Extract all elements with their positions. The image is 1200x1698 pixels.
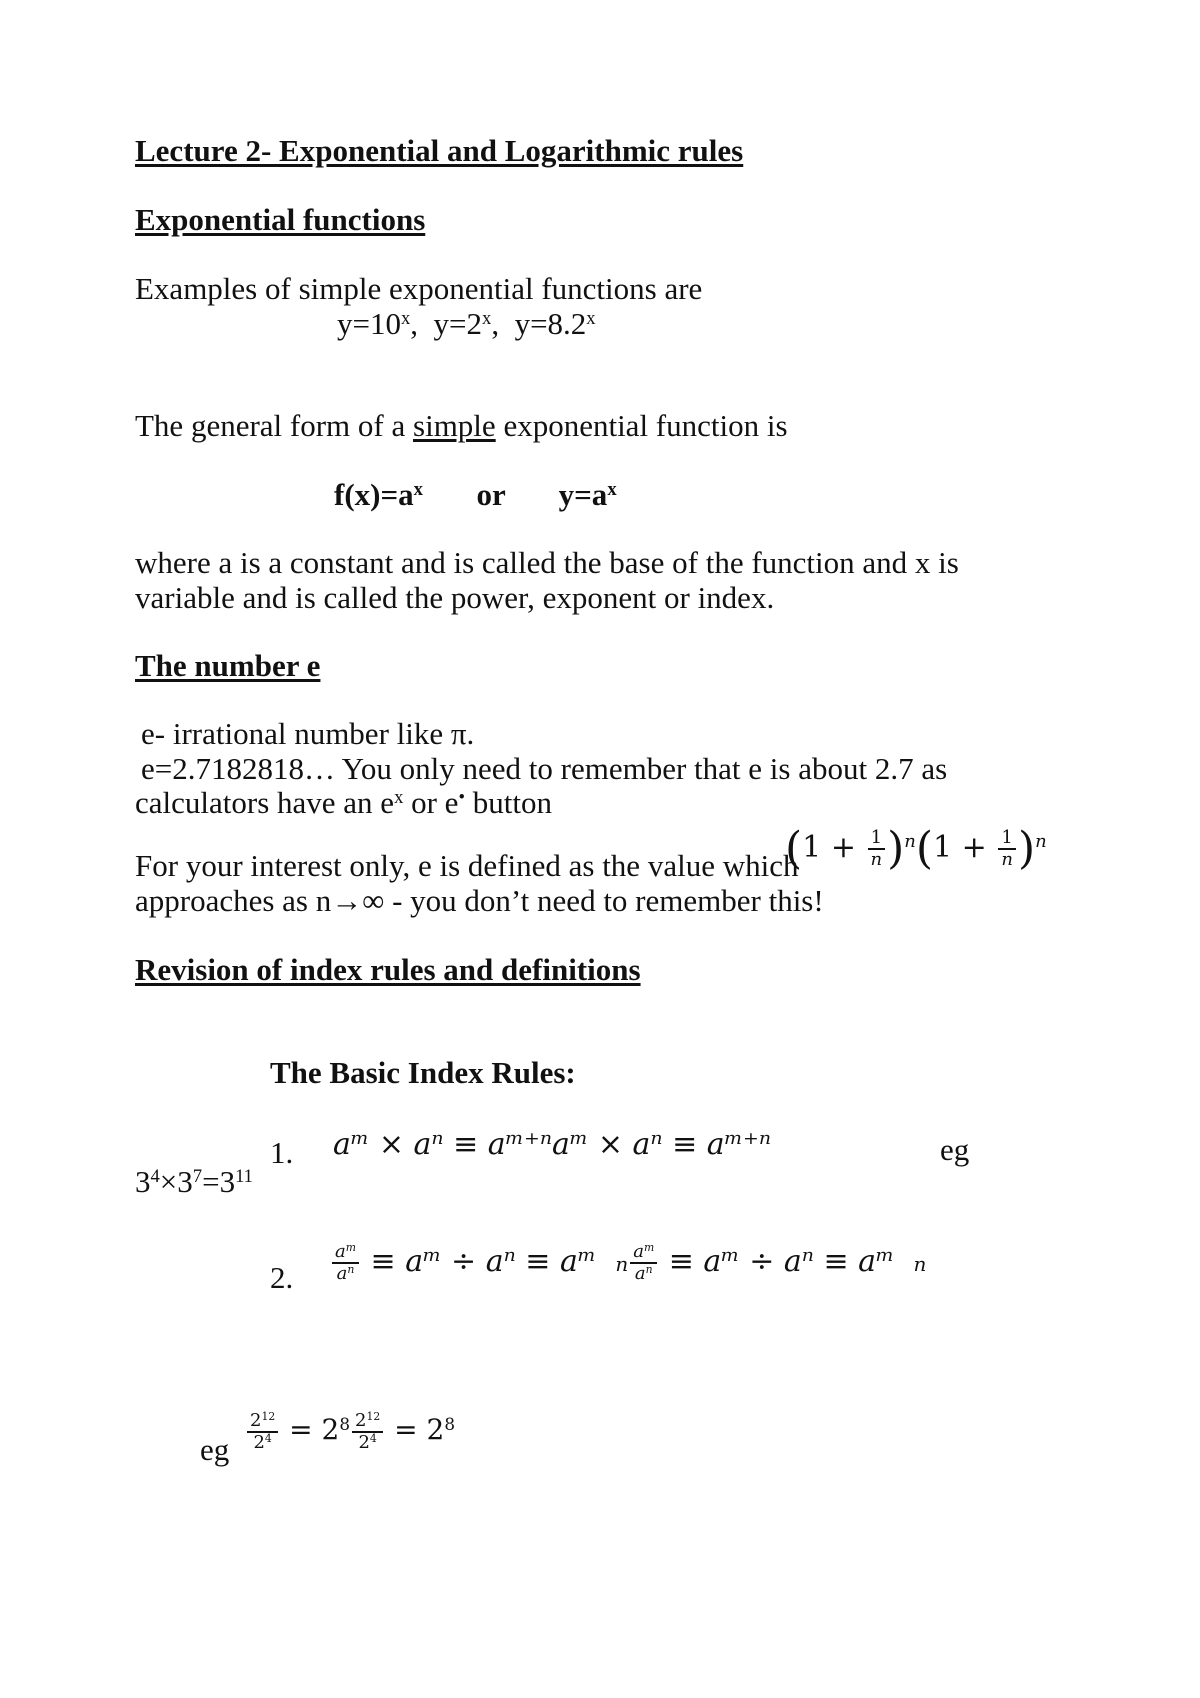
rule-1-expression: aᵐ × aⁿ ≡ aᵐ⁺ⁿaᵐ × aⁿ ≡ aᵐ⁺ⁿ: [333, 1127, 772, 1162]
example-3: y=8.2x: [514, 306, 596, 341]
where-line-2: variable and is called the power, expone…: [135, 580, 775, 615]
rule-2-eg-label: eg: [200, 1432, 230, 1467]
examples-list: y=10x, y=2x, y=8.2x: [337, 306, 596, 342]
simple-emphasis: simple: [413, 408, 496, 443]
limit-term-2: (1 + 1 n)n: [915, 823, 1047, 874]
section-heading-number-e: The number e: [135, 648, 321, 683]
calculator-line: calculators have an ex or e• button: [135, 785, 552, 820]
rule-2-example: 212 24 = 28 212 24 = 28: [245, 1400, 455, 1460]
section-heading-exponential: Exponential functions: [135, 202, 426, 237]
where-line-1: where a is a constant and is called the …: [135, 545, 959, 580]
section-heading-revision: Revision of index rules and definitions: [135, 952, 641, 987]
basic-index-rules-heading: The Basic Index Rules:: [270, 1055, 576, 1090]
document-title: Lecture 2- Exponential and Logarithmic r…: [135, 133, 744, 168]
e-limit-formula: (1 + 1 n)n(1 + 1 n)n: [785, 818, 1047, 879]
rule-1-number: 1.: [270, 1135, 294, 1170]
example-1: y=10x,: [337, 306, 419, 341]
formula-y: y=ax: [558, 477, 617, 512]
rule-1-eg-label: eg: [940, 1132, 970, 1167]
e-irrational-line: e- irrational number like π.: [141, 716, 475, 751]
general-form-text: The general form of a simple exponential…: [135, 408, 788, 443]
formula-or: or: [476, 477, 506, 512]
rule-1-example: 34×37=311: [135, 1164, 253, 1199]
limit-term-1: (1 + 1 n)n: [785, 823, 916, 874]
example-2: y=2x,: [433, 306, 500, 341]
interest-line-2: approaches as n→∞ - you don’t need to re…: [135, 883, 824, 918]
examples-intro: Examples of simple exponential functions…: [135, 271, 703, 306]
rule-2-number: 2.: [270, 1260, 294, 1295]
interest-line-1: For your interest only, e is defined as …: [135, 848, 799, 883]
e-value-line: e=2.7182818… You only need to remember t…: [141, 751, 948, 786]
rule-2-expression: am an ≡ aᵐ ÷ aⁿ ≡ aᵐ n am an ≡ aᵐ ÷ aⁿ ≡ aᵐ…: [330, 1232, 926, 1294]
general-form-formula: f(x)=ax or y=ax: [334, 477, 617, 513]
formula-fx: f(x)=ax: [334, 477, 423, 512]
